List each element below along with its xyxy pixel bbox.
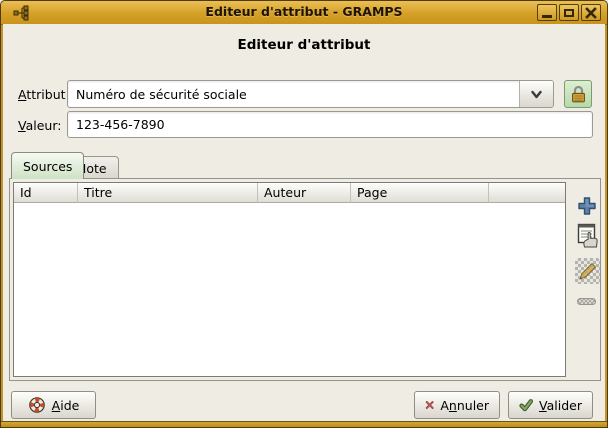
dialog-window: Editeur d'attribut - GRAMPS Editeur d'at… (0, 0, 608, 428)
attribute-combobox-dropdown[interactable] (519, 81, 553, 107)
cancel-button-label: Annuler (440, 398, 489, 413)
attribute-combobox-value: Numéro de sécurité sociale (76, 81, 517, 107)
plus-icon (577, 196, 597, 216)
value-label: Valeur: (18, 118, 61, 133)
window-title: Editeur d'attribut - GRAMPS (1, 4, 607, 19)
close-button[interactable] (581, 4, 601, 21)
add-source-button[interactable] (574, 193, 600, 219)
remove-source-button-disabled (577, 298, 596, 305)
edit-source-button-disabled (575, 258, 600, 284)
column-header-auteur[interactable]: Auteur (258, 183, 351, 203)
close-icon (585, 7, 597, 19)
column-header-filler (489, 183, 565, 203)
help-label-rest: ide (60, 398, 79, 413)
cancel-label-pre: A (440, 398, 449, 413)
window-bottom-border (1, 421, 607, 427)
help-button-label: Aide (52, 398, 80, 413)
cancel-label-mnemonic: n (449, 398, 457, 413)
column-header-titre[interactable]: Titre (78, 183, 258, 203)
ok-button-label: Valider (539, 398, 582, 413)
maximize-icon (564, 9, 574, 17)
cancel-label-rest: nuler (457, 398, 489, 413)
minimize-button[interactable] (537, 4, 557, 21)
column-header-page[interactable]: Page (351, 183, 489, 203)
pencil-icon (576, 259, 599, 283)
private-lock-button[interactable] (564, 80, 592, 108)
page-title: Editeur d'attribut (1, 37, 607, 53)
attribute-label: Attribut: (18, 87, 70, 102)
attribute-combobox[interactable]: Numéro de sécurité sociale (67, 80, 554, 108)
tab-sources[interactable]: Sources (11, 152, 84, 179)
pointing-hand-list-icon (576, 223, 599, 248)
sources-table[interactable]: Id Titre Auteur Page (13, 182, 566, 377)
chevron-down-icon (531, 90, 542, 99)
green-check-icon (519, 396, 533, 414)
ok-button[interactable]: Valider (508, 391, 593, 419)
titlebar[interactable]: Editeur d'attribut - GRAMPS (1, 1, 607, 25)
red-x-icon (425, 397, 434, 413)
attribute-label-rest: ttribut: (26, 87, 69, 102)
column-header-id[interactable]: Id (14, 183, 78, 203)
maximize-button[interactable] (559, 4, 579, 21)
help-button[interactable]: Aide (11, 391, 96, 419)
cancel-button[interactable]: Annuler (414, 391, 500, 419)
ok-label-rest: alider (547, 398, 582, 413)
sources-table-header: Id Titre Auteur Page (14, 183, 565, 203)
share-source-button[interactable] (575, 222, 600, 248)
ok-label-mnemonic: V (539, 398, 547, 413)
lifebuoy-icon (28, 396, 46, 414)
value-label-rest: aleur: (26, 118, 62, 133)
value-label-mnemonic: V (18, 118, 26, 133)
value-input[interactable] (67, 111, 593, 138)
padlock-icon (571, 85, 586, 103)
minimize-icon (542, 15, 552, 18)
tab-sources-label: Sources (23, 159, 72, 174)
help-label-mnemonic: A (52, 398, 61, 413)
